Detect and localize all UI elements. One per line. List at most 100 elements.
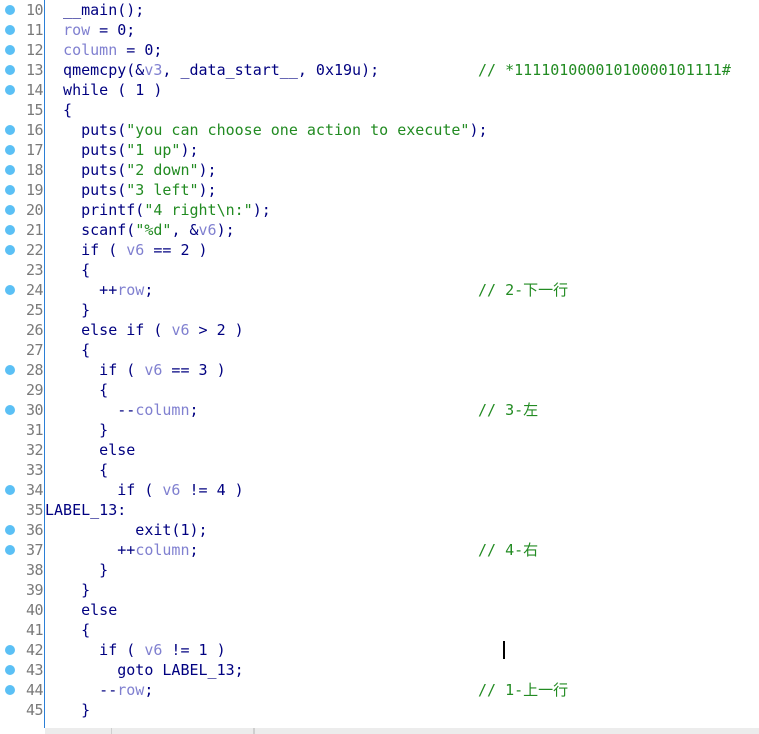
line-number: 14 [25, 81, 44, 99]
breakpoint-dot-icon[interactable] [5, 25, 15, 35]
breakpoint-dot-icon[interactable] [5, 545, 15, 555]
breakpoint-dot-icon[interactable] [5, 65, 15, 75]
code-text: LABEL_13: [45, 500, 126, 520]
breakpoint-dot-icon[interactable] [5, 85, 15, 95]
code-text: } [45, 560, 108, 580]
code-text: puts("3 left"); [45, 180, 216, 200]
variable-token[interactable]: column [135, 541, 189, 559]
variable-token[interactable]: v6 [162, 481, 180, 499]
code-line[interactable]: 45 } [26, 700, 759, 720]
code-line[interactable]: 16 puts("you can choose one action to ex… [5, 120, 759, 140]
string-token: "%d" [135, 221, 172, 239]
code-line[interactable]: 44 --row; // 1-上一行 [5, 680, 759, 700]
code-text: --row; [45, 680, 153, 700]
code-line[interactable]: 20 printf("4 right\n:"); [5, 200, 759, 220]
variable-token[interactable]: v6 [144, 361, 162, 379]
code-text: { [45, 100, 72, 120]
variable-token[interactable]: v6 [144, 641, 162, 659]
code-line[interactable]: 43 goto LABEL_13; [5, 660, 759, 680]
code-line[interactable]: 26 else if ( v6 > 2 ) [26, 320, 759, 340]
code-line[interactable]: 32 else [26, 440, 759, 460]
breakpoint-dot-icon[interactable] [5, 125, 15, 135]
code-line[interactable]: 18 puts("2 down"); [5, 160, 759, 180]
breakpoint-dot-icon[interactable] [5, 165, 15, 175]
code-line[interactable]: 15 { [26, 100, 759, 120]
code-line[interactable]: 21 scanf("%d", &v6); [5, 220, 759, 240]
code-text: puts("1 up"); [45, 140, 198, 160]
code-line[interactable]: 35 LABEL_13: [26, 500, 759, 520]
variable-token[interactable]: row [63, 21, 90, 39]
line-number: 22 [25, 241, 44, 259]
code-token: ); [198, 161, 217, 179]
breakpoint-dot-icon[interactable] [5, 485, 15, 495]
breakpoint-dot-icon[interactable] [5, 5, 15, 15]
code-token: puts( [45, 161, 127, 179]
code-line[interactable]: 39 } [26, 580, 759, 600]
code-text: qmemcpy(&v3, _data_start__, 0x19u); [45, 60, 379, 80]
variable-token[interactable]: v6 [126, 241, 144, 259]
line-number: 21 [25, 221, 44, 239]
breakpoint-dot-icon[interactable] [5, 205, 15, 215]
code-token: } [45, 301, 91, 319]
variable-token[interactable]: column [63, 41, 117, 59]
pseudocode-view[interactable]: 10 __main(); 11 row = 0; 12 column = 0; 13 … [5, 0, 759, 720]
breakpoint-dot-icon[interactable] [5, 185, 15, 195]
code-token: puts( [45, 141, 127, 159]
breakpoint-dot-icon[interactable] [5, 285, 15, 295]
code-token: if ( [45, 241, 127, 259]
code-line[interactable]: 24 ++row; // 2-下一行 [5, 280, 759, 300]
code-line[interactable]: 23 { [26, 260, 759, 280]
breakpoint-dot-icon[interactable] [5, 525, 15, 535]
line-number: 13 [25, 61, 44, 79]
variable-token[interactable]: column [135, 401, 189, 419]
code-line[interactable]: 34 if ( v6 != 4 ) [5, 480, 759, 500]
code-line[interactable]: 22 if ( v6 == 2 ) [5, 240, 759, 260]
breakpoint-dot-icon[interactable] [5, 665, 15, 675]
code-line[interactable]: 19 puts("3 left"); [5, 180, 759, 200]
line-number: 26 [25, 321, 44, 339]
code-token: scanf( [45, 221, 136, 239]
breakpoint-dot-icon[interactable] [5, 405, 15, 415]
code-token: qmemcpy(& [45, 61, 145, 79]
code-line[interactable]: 40 else [26, 600, 759, 620]
variable-token[interactable]: row [117, 681, 144, 699]
code-text: else [45, 600, 117, 620]
code-line[interactable]: 30 --column; // 3-左 [5, 400, 759, 420]
code-line[interactable]: 27 { [26, 340, 759, 360]
code-line[interactable]: 28 if ( v6 == 3 ) [5, 360, 759, 380]
variable-token[interactable]: v3 [144, 61, 162, 79]
code-line[interactable]: 33 { [26, 460, 759, 480]
code-token: ; [189, 541, 199, 559]
code-line[interactable]: 13 qmemcpy(&v3, _data_start__, 0x19u); //… [5, 60, 759, 80]
breakpoint-dot-icon[interactable] [5, 245, 15, 255]
code-line[interactable]: 11 row = 0; [5, 20, 759, 40]
string-token: "1 up" [126, 141, 181, 159]
code-line[interactable]: 17 puts("1 up"); [5, 140, 759, 160]
code-line[interactable]: 12 column = 0; [5, 40, 759, 60]
code-line[interactable]: 36 exit(1); [5, 520, 759, 540]
code-line[interactable]: 31 } [26, 420, 759, 440]
breakpoint-dot-icon[interactable] [5, 145, 15, 155]
variable-token[interactable]: v6 [171, 321, 189, 339]
scrollbar-tick [111, 728, 112, 734]
variable-token[interactable]: v6 [199, 221, 217, 239]
breakpoint-dot-icon[interactable] [5, 45, 15, 55]
code-line[interactable]: 42 if ( v6 != 1 ) [5, 640, 759, 660]
variable-token[interactable]: row [117, 281, 144, 299]
breakpoint-dot-icon[interactable] [5, 685, 15, 695]
breakpoint-dot-icon[interactable] [5, 225, 15, 235]
breakpoint-dot-icon[interactable] [5, 645, 15, 655]
horizontal-scrollbar[interactable] [45, 728, 759, 734]
string-token: "3 left" [126, 181, 199, 199]
code-line[interactable]: 10 __main(); [5, 0, 759, 20]
code-line[interactable]: 38 } [26, 560, 759, 580]
code-token: } [45, 561, 109, 579]
code-line[interactable]: 37 ++column; // 4-右 [5, 540, 759, 560]
code-line[interactable]: 29 { [26, 380, 759, 400]
breakpoint-dot-icon[interactable] [5, 365, 15, 375]
line-number: 45 [25, 701, 44, 719]
line-number: 20 [25, 201, 44, 219]
code-line[interactable]: 41 { [26, 620, 759, 640]
code-line[interactable]: 14 while ( 1 ) [5, 80, 759, 100]
code-line[interactable]: 25 } [26, 300, 759, 320]
